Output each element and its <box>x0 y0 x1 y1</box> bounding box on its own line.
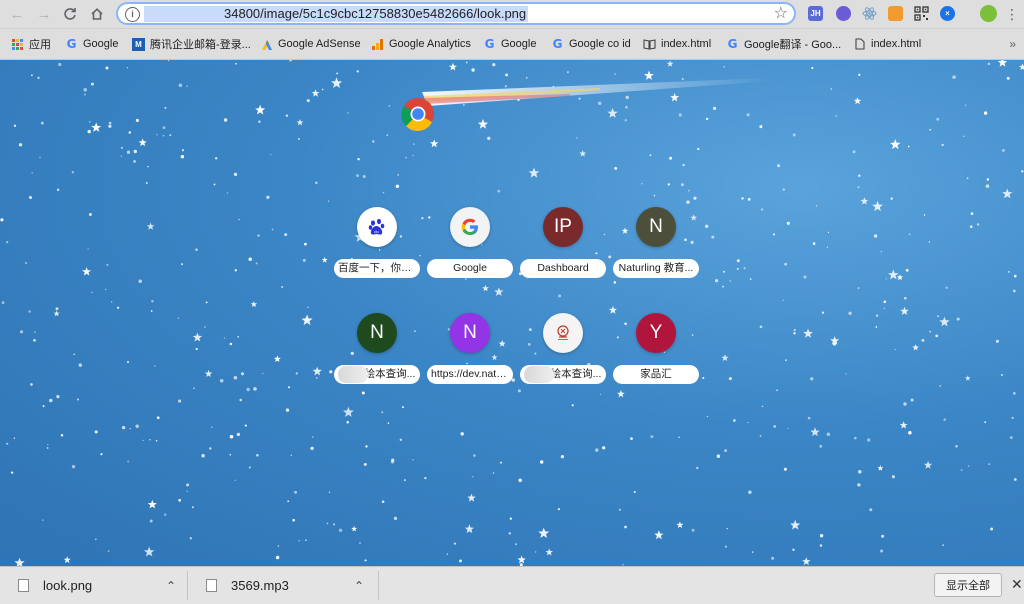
divider <box>378 571 379 600</box>
bookmark-label: Google Analytics <box>389 38 471 50</box>
bookmark-google-2[interactable]: G Google <box>483 29 537 59</box>
new-tab-page: du 百度一下，你就... Google IP Dashboard N Natu… <box>0 60 1024 566</box>
chevron-up-icon[interactable]: ⌃ <box>354 579 364 593</box>
shortcut-letter-icon: N <box>450 313 490 353</box>
divider <box>187 571 188 600</box>
bookmark-index-2[interactable]: index.html <box>853 29 921 59</box>
extension-blue-icon[interactable]: × <box>940 6 955 21</box>
document-icon <box>853 38 866 51</box>
arrow-left-icon: ← <box>9 5 25 23</box>
analytics-icon <box>371 38 384 51</box>
shortcut-label: Dashboard <box>520 259 606 278</box>
shortcut-tile-jiapinhui[interactable]: Y 家品汇 <box>613 313 699 403</box>
shortcut-letter-icon: Y <box>636 313 676 353</box>
google-icon: G <box>552 37 563 51</box>
reload-button[interactable] <box>60 4 80 24</box>
extension-react-icon[interactable] <box>862 6 877 21</box>
baidu-icon: du <box>357 207 397 247</box>
bookmark-google-co-id[interactable]: G Google co id <box>551 29 631 59</box>
shortcut-tile-google[interactable]: Google <box>427 207 513 297</box>
profile-avatar-icon[interactable] <box>980 5 997 22</box>
menu-kebab-icon[interactable]: ⋮ <box>1002 4 1022 24</box>
chrome-comet-logo <box>401 78 772 131</box>
shortcut-tile-dashboard[interactable]: IP Dashboard <box>520 207 606 297</box>
download-filename: look.png <box>43 578 93 593</box>
bookmarks-overflow-icon[interactable]: » <box>1009 37 1016 51</box>
back-button[interactable]: ← <box>7 4 27 24</box>
home-button[interactable] <box>87 4 107 24</box>
bookmark-label: Google <box>501 38 537 50</box>
address-bar[interactable]: i 34800/image/5c1c9cbc12758830e5482666/l… <box>116 2 796 25</box>
google-icon: G <box>66 37 77 51</box>
image-file-icon <box>18 579 29 592</box>
bookmarks-bar: 应用 G Google M 腾讯企业邮箱-登录... Google AdSens… <box>0 29 1024 60</box>
bookmark-analytics[interactable]: Google Analytics <box>371 29 471 59</box>
bookmark-label: Google AdSense <box>278 38 361 50</box>
reload-icon <box>64 8 76 20</box>
extension-orange-icon[interactable] <box>888 6 903 21</box>
bookmark-apps[interactable]: 应用 <box>11 29 51 59</box>
book-icon <box>643 38 656 51</box>
download-item-mp3[interactable]: 3569.mp3 ⌃ <box>206 567 366 604</box>
forward-button[interactable]: → <box>34 4 54 24</box>
audio-file-icon <box>206 579 217 592</box>
shortcut-tile-dev-naturling[interactable]: N https://dev.natu... <box>427 313 513 403</box>
close-download-shelf-icon[interactable]: ✕ <box>1011 576 1023 593</box>
download-item-look-png[interactable]: look.png ⌃ <box>18 567 178 604</box>
chevron-up-icon[interactable]: ⌃ <box>166 579 176 593</box>
bookmark-tencent-mail[interactable]: M 腾讯企业邮箱-登录... <box>132 29 251 59</box>
bookmark-label: Google翻译 - Goo... <box>744 39 842 51</box>
url-text: 34800/image/5c1c9cbc12758830e5482666/loo… <box>224 6 529 22</box>
bookmark-label: index.html <box>661 38 712 50</box>
bookmark-label: index.html <box>871 38 922 50</box>
shortcut-label: Naturling 教育... <box>613 259 699 278</box>
bookmark-label: Google co id <box>569 38 631 50</box>
bookmark-label: 应用 <box>29 39 51 51</box>
shortcut-tile-baidu[interactable]: du 百度一下，你就... <box>334 207 420 297</box>
shortcut-letter-icon: N <box>636 207 676 247</box>
apps-grid-icon <box>11 38 24 51</box>
shortcut-label: 家品汇 <box>613 365 699 384</box>
redacted-text <box>524 366 554 383</box>
google-icon: G <box>727 37 738 51</box>
bookmark-index-1[interactable]: index.html <box>643 29 711 59</box>
extension-purple-icon[interactable] <box>836 6 851 21</box>
extension-jh-icon[interactable]: JH <box>808 6 823 21</box>
shortcut-tile-picturebook-1[interactable]: N 绘本查询... <box>334 313 420 403</box>
bookmark-label: Google <box>83 38 119 50</box>
bookmark-star-icon[interactable]: ☆ <box>774 4 788 23</box>
redacted-text <box>338 366 368 383</box>
tencent-mail-icon: M <box>132 37 145 51</box>
adsense-icon <box>260 38 273 51</box>
bookmark-google-1[interactable]: G Google <box>65 29 119 59</box>
bookmark-google-translate[interactable]: G Google翻译 - Goo... <box>726 29 842 59</box>
browser-toolbar: ← → i 34800/image/5c1c9cbc12758830e54826… <box>0 0 1024 29</box>
shortcut-label: 百度一下，你就... <box>334 259 420 278</box>
home-icon <box>91 8 103 20</box>
shortcut-letter-icon: IP <box>543 207 583 247</box>
site-logo-icon <box>543 313 583 353</box>
shortcut-tile-picturebook-2[interactable]: 绘本查询... <box>520 313 606 403</box>
google-icon <box>450 207 490 247</box>
extension-qr-icon[interactable] <box>914 6 929 21</box>
download-filename: 3569.mp3 <box>231 578 289 593</box>
bookmark-adsense[interactable]: Google AdSense <box>260 29 361 59</box>
bookmark-label: 腾讯企业邮箱-登录... <box>150 39 251 51</box>
download-shelf: look.png ⌃ 3569.mp3 ⌃ 显示全部 ✕ <box>0 566 1024 604</box>
shortcut-label: https://dev.natu... <box>427 365 513 384</box>
shortcut-label: Google <box>427 259 513 278</box>
show-all-downloads-button[interactable]: 显示全部 <box>934 573 1002 597</box>
svg-text:du: du <box>374 229 378 234</box>
shortcut-letter-icon: N <box>357 313 397 353</box>
info-icon[interactable]: i <box>125 7 140 22</box>
shortcut-tile-naturling[interactable]: N Naturling 教育... <box>613 207 699 297</box>
google-icon: G <box>484 37 495 51</box>
arrow-right-icon: → <box>36 5 52 23</box>
